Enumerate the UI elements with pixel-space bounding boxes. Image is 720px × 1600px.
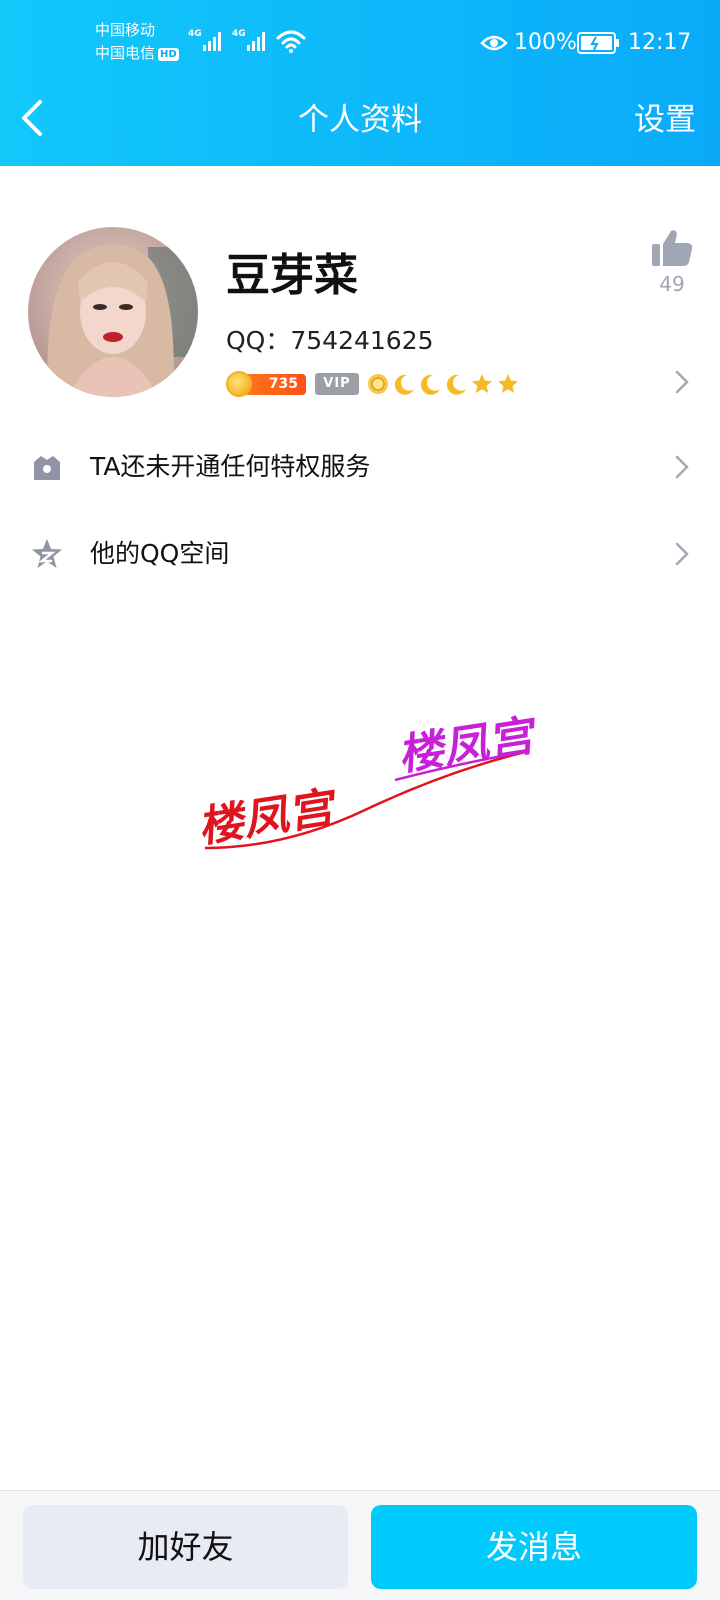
network-type-1: 4G: [188, 29, 202, 39]
star-icon: [498, 374, 518, 393]
hd-badge: HD: [158, 48, 179, 61]
moon-icon: [420, 374, 440, 395]
clock: 12:17: [628, 30, 692, 55]
signal-bars-icon: [203, 32, 221, 51]
watermark: 楼凤宫 楼凤宫: [200, 710, 537, 852]
signal-bars-icon: [247, 32, 265, 51]
qzone-label: 他的QQ空间: [90, 539, 230, 568]
privilege-row[interactable]: TA还未开通任何特权服务: [0, 428, 720, 508]
network-type-2: 4G: [232, 29, 246, 39]
carrier-2: 中国电信: [95, 44, 156, 62]
vip-badge: VIP: [315, 373, 359, 395]
add-friend-button[interactable]: 加好友: [23, 1505, 348, 1589]
qzone-star-icon: [32, 539, 62, 568]
star-icon: [472, 374, 492, 393]
eye-icon: [480, 35, 508, 51]
bottom-action-bar: 加好友 发消息: [0, 1490, 720, 1600]
send-message-button[interactable]: 发消息: [371, 1505, 697, 1589]
carrier-2-line: 中国电信 HD: [95, 45, 179, 62]
privilege-label: TA还未开通任何特权服务: [90, 452, 371, 481]
sun-icon: [368, 374, 388, 394]
watermark-text-2: 楼凤宫: [400, 710, 537, 780]
wifi-icon: [276, 30, 306, 53]
qq-number: 754241625: [290, 326, 434, 355]
battery-percent: 100%: [514, 30, 577, 55]
qq-number-line: QQ：754241625: [226, 325, 434, 357]
carrier-1: 中国移动: [95, 21, 156, 39]
qq-label: QQ：: [226, 326, 291, 355]
battery-icon: [577, 32, 619, 54]
avatar[interactable]: [28, 227, 198, 397]
moon-icon: [446, 374, 466, 395]
settings-button[interactable]: 设置: [634, 101, 696, 139]
chevron-right-icon: [675, 542, 689, 566]
chevron-right-icon[interactable]: [674, 369, 690, 395]
coin-icon: [226, 371, 252, 397]
avatar-image: [28, 227, 198, 397]
chevron-right-icon: [675, 455, 689, 479]
qzone-row[interactable]: 他的QQ空间: [0, 515, 720, 595]
page-title: 个人资料: [298, 102, 422, 138]
moon-icon: [394, 374, 414, 395]
header: 中国移动 中国电信 HD 4G 4G 100% 12:17 个人资料 设置: [0, 0, 720, 166]
nickname: 豆芽菜: [226, 250, 358, 301]
like-count: 49: [659, 272, 685, 296]
crown-icon: [34, 456, 60, 480]
profile-page: 中国移动 中国电信 HD 4G 4G 100% 12:17 个人资料 设置 豆芽…: [0, 0, 720, 1600]
thumbs-up-icon[interactable]: [650, 228, 694, 268]
